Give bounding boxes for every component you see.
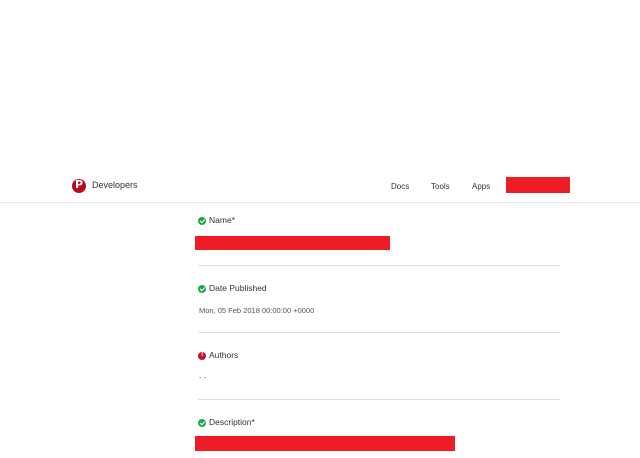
- valid-check-icon: [198, 285, 206, 293]
- section-divider: [198, 265, 560, 266]
- authors-label: Authors: [209, 350, 239, 360]
- redacted-description-value: [195, 436, 455, 451]
- date-published-label: Date Published: [209, 283, 267, 293]
- authors-value: - -: [199, 373, 207, 382]
- name-field-label: Name*: [209, 215, 235, 225]
- section-divider: [198, 332, 560, 333]
- nav-apps-link[interactable]: Apps: [472, 182, 490, 191]
- valid-check-icon: [198, 217, 206, 225]
- date-published-value: Mon, 05 Feb 2018 00:00:00 +0000: [199, 306, 315, 315]
- error-alert-icon: [198, 351, 206, 360]
- redacted-name-value: [195, 236, 390, 250]
- redacted-account-button[interactable]: [506, 177, 570, 193]
- nav-docs-link[interactable]: Docs: [391, 182, 409, 191]
- pinterest-logo-icon[interactable]: [72, 178, 86, 193]
- brand-title[interactable]: Developers: [92, 180, 138, 190]
- description-label: Description*: [209, 417, 255, 427]
- section-divider: [198, 399, 560, 400]
- valid-check-icon: [198, 419, 206, 427]
- nav-tools-link[interactable]: Tools: [431, 182, 450, 191]
